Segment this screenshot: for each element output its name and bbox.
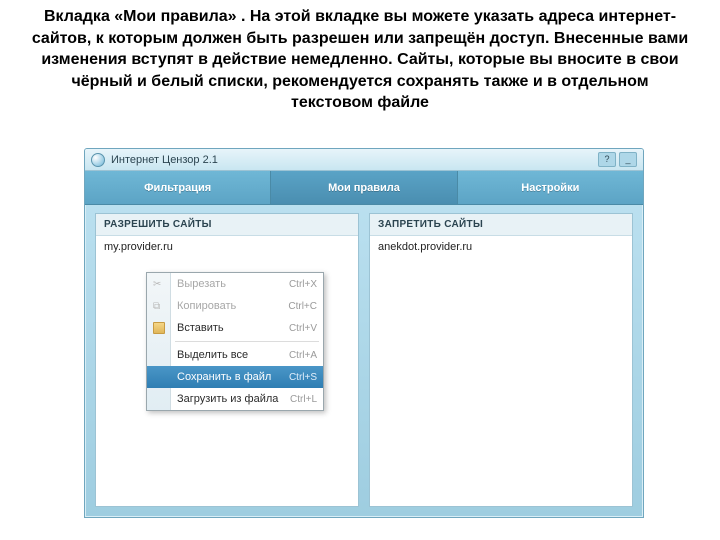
app-icon xyxy=(91,153,105,167)
list-item[interactable]: anekdot.provider.ru xyxy=(378,240,624,254)
menu-shortcut: Ctrl+S xyxy=(289,372,317,383)
tab-filter[interactable]: Фильтрация xyxy=(85,171,271,204)
deny-panel: ЗАПРЕТИТЬ САЙТЫ anekdot.provider.ru xyxy=(369,213,633,507)
menu-load-file[interactable]: Загрузить из файла Ctrl+L xyxy=(147,388,323,410)
menu-shortcut: Ctrl+X xyxy=(289,279,317,290)
menu-label: Вставить xyxy=(177,322,224,334)
list-item[interactable]: my.provider.ru xyxy=(104,240,350,254)
titlebar: Интернет Цензор 2.1 ? _ xyxy=(85,149,643,171)
menu-shortcut: Ctrl+A xyxy=(289,350,317,361)
paste-icon xyxy=(153,322,165,334)
menu-shortcut: Ctrl+C xyxy=(288,301,317,312)
cut-icon xyxy=(153,278,165,290)
menu-copy[interactable]: Копировать Ctrl+C xyxy=(147,295,323,317)
menu-shortcut: Ctrl+V xyxy=(289,323,317,334)
deny-list[interactable]: anekdot.provider.ru xyxy=(370,236,632,506)
allow-list[interactable]: my.provider.ru Вырезать Ctrl+X Копироват… xyxy=(96,236,358,506)
tab-bar: Фильтрация Мои правила Настройки xyxy=(85,171,643,205)
allow-header: РАЗРЕШИТЬ САЙТЫ xyxy=(96,214,358,236)
menu-cut[interactable]: Вырезать Ctrl+X xyxy=(147,273,323,295)
menu-label: Загрузить из файла xyxy=(177,393,278,405)
minimize-button[interactable]: _ xyxy=(619,152,637,167)
tab-settings[interactable]: Настройки xyxy=(458,171,643,204)
deny-header: ЗАПРЕТИТЬ САЙТЫ xyxy=(370,214,632,236)
menu-paste[interactable]: Вставить Ctrl+V xyxy=(147,317,323,339)
allow-panel: РАЗРЕШИТЬ САЙТЫ my.provider.ru Вырезать … xyxy=(95,213,359,507)
context-menu: Вырезать Ctrl+X Копировать Ctrl+C Встави… xyxy=(146,272,324,411)
page-heading: Вкладка «Мои правила» . На этой вкладке … xyxy=(0,0,720,114)
menu-shortcut: Ctrl+L xyxy=(290,394,317,405)
menu-save-file[interactable]: Сохранить в файл Ctrl+S xyxy=(147,366,323,388)
app-window: Интернет Цензор 2.1 ? _ Фильтрация Мои п… xyxy=(84,148,644,518)
copy-icon xyxy=(153,300,165,312)
menu-label: Выделить все xyxy=(177,349,248,361)
window-title: Интернет Цензор 2.1 xyxy=(111,154,218,166)
work-area: РАЗРЕШИТЬ САЙТЫ my.provider.ru Вырезать … xyxy=(95,213,633,507)
tab-rules[interactable]: Мои правила xyxy=(271,171,457,204)
help-button[interactable]: ? xyxy=(598,152,616,167)
menu-label: Сохранить в файл xyxy=(177,371,271,383)
menu-label: Вырезать xyxy=(177,278,226,290)
menu-select-all[interactable]: Выделить все Ctrl+A xyxy=(147,344,323,366)
menu-label: Копировать xyxy=(177,300,236,312)
menu-separator xyxy=(175,341,319,342)
